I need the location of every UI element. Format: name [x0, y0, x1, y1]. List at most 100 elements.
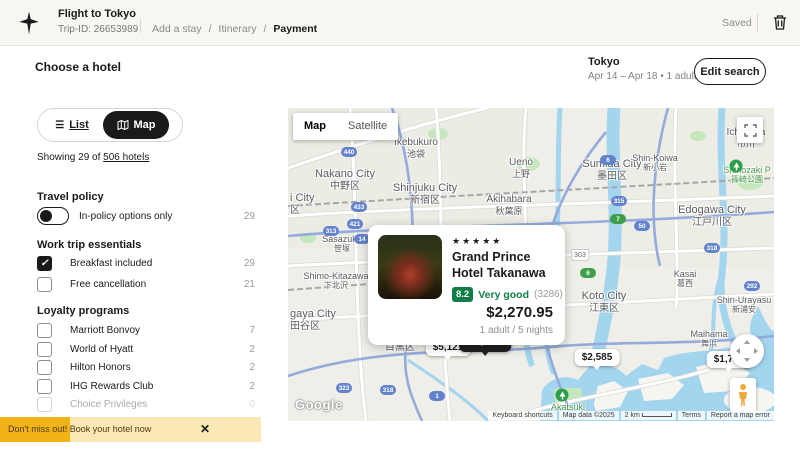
hotel-card[interactable]: ★★★★★ Grand Prince Hotel Takanawa 8.2 Ve…	[368, 225, 565, 345]
search-destination: Tokyo	[588, 56, 620, 68]
road-shield: 323	[336, 383, 352, 393]
hotel-rating: 8.2 Very good (3286)	[452, 287, 563, 302]
terms-link[interactable]: Terms	[678, 411, 705, 420]
filter-ihg-rewards-club[interactable]: IHG Rewards Club 2	[37, 379, 255, 394]
section-work-trip: Work trip essentials	[37, 239, 141, 251]
hotel-photo	[378, 235, 442, 299]
rating-score-badge: 8.2	[452, 287, 473, 302]
fullscreen-button[interactable]	[737, 117, 763, 143]
map-label-shimokitazawa: Shimo-Kitazawa下北沢	[303, 271, 368, 291]
checkbox[interactable]	[37, 342, 52, 357]
map-scale: 2 km	[621, 411, 676, 420]
view-toggle: ☰ List Map	[37, 108, 183, 142]
map-label-ueno: Ueno上野	[509, 157, 533, 179]
park-tree-icon	[556, 389, 569, 402]
breadcrumb-separator: /	[209, 23, 212, 35]
map-pan-control[interactable]	[730, 334, 764, 368]
hotel-stars: ★★★★★	[452, 236, 502, 247]
hotel-price-caption: 1 adult / 5 nights	[480, 325, 553, 336]
breadcrumb-itinerary[interactable]: Itinerary	[219, 23, 257, 35]
park-tree-icon	[730, 160, 743, 173]
checkbox[interactable]	[37, 360, 52, 375]
section-travel-policy: Travel policy	[37, 191, 104, 203]
road-shield: 50	[634, 221, 650, 231]
checkbox-disabled	[37, 397, 52, 412]
checkbox[interactable]	[37, 277, 52, 292]
section-loyalty: Loyalty programs	[37, 305, 129, 317]
road-shield: 315	[611, 196, 627, 206]
map-type-control: Map Satellite	[293, 113, 398, 140]
road-shield: 318	[380, 385, 396, 395]
checkbox[interactable]	[37, 379, 52, 394]
banner-text: Don't miss out! Book your hotel now	[8, 424, 151, 434]
road-shield: 313	[323, 226, 339, 236]
breadcrumb-add-a-stay[interactable]: Add a stay	[152, 23, 202, 35]
list-icon: ☰	[55, 120, 64, 131]
airplane-icon	[16, 10, 42, 36]
checkbox-checked[interactable]: ✓	[37, 256, 52, 271]
road-shield: 292	[744, 281, 760, 291]
trip-title: Flight to Tokyo	[58, 8, 136, 20]
map-label-suginami-cut: i City区	[290, 192, 314, 216]
street-view-pegman[interactable]	[730, 378, 756, 412]
map-label-edogawa: Edogawa City江戸川区	[678, 204, 746, 228]
header-divider	[140, 19, 141, 33]
filter-world-of-hyatt[interactable]: World of Hyatt 2	[37, 342, 255, 357]
map-label-shinurayasu: Shin-Urayasu新浦安	[717, 295, 772, 315]
results-count-link[interactable]: 506 hotels	[103, 152, 149, 163]
road-shield: 433	[351, 202, 367, 212]
promo-banner: Don't miss out! Book your hotel now ✕	[0, 417, 261, 442]
filter-choice-privileges: Choice Privileges 0	[37, 397, 255, 412]
road-shield: 1	[429, 391, 445, 401]
toggle-knob	[40, 210, 52, 222]
checkbox[interactable]	[37, 323, 52, 338]
pan-arrows-icon	[730, 334, 764, 368]
map-label-shinkoiwa: Shin-Koiwa新小岩	[632, 153, 678, 173]
map-view-button[interactable]: Map	[103, 111, 169, 139]
road-shield: 421	[347, 219, 363, 229]
filter-free-cancellation[interactable]: Free cancellation 21	[37, 277, 255, 292]
edit-search-button[interactable]: Edit search	[694, 58, 766, 85]
trip-id: Trip-ID: 26653989	[58, 24, 138, 35]
delete-trip-button[interactable]	[772, 13, 788, 31]
pegman-icon	[736, 383, 750, 407]
filter-marriott-bonvoy[interactable]: Marriott Bonvoy 7	[37, 323, 255, 338]
road-exit-label: 303	[571, 249, 589, 261]
price-marker[interactable]: $2,585	[575, 349, 620, 366]
map-type-satellite-button[interactable]: Satellite	[337, 113, 398, 140]
map-icon	[117, 119, 129, 131]
hotel-price: $2,270.95	[486, 304, 553, 321]
filter-breakfast-included[interactable]: ✓ Breakfast included 29	[37, 256, 255, 271]
search-date-summary: Apr 14 – Apr 18 • 1 adult	[588, 71, 697, 82]
map-label-setagaya-cut: gaya City田谷区	[290, 308, 336, 332]
report-map-error-link[interactable]: Report a map error	[707, 411, 774, 420]
map-type-map-button[interactable]: Map	[293, 113, 337, 140]
in-policy-toggle[interactable]	[37, 207, 69, 225]
map-label-nakano: Nakano City中野区	[315, 168, 375, 192]
road-shield: 6	[580, 268, 596, 278]
page-title: Choose a hotel	[35, 60, 121, 74]
map-panel: Map Satellite Ikebukuro池袋 Nakano City中野区…	[288, 108, 774, 421]
road-shield: 440	[341, 147, 357, 157]
rating-text: Very good	[478, 289, 529, 301]
list-view-button[interactable]: ☰ List	[41, 119, 103, 131]
map-label-maihama: Maihama舞浜	[690, 329, 727, 349]
map-label-shinjuku: Shinjuku City新宿区	[393, 182, 457, 206]
banner-close-button[interactable]: ✕	[200, 422, 210, 436]
map-label-kasai: Kasai葛西	[674, 269, 697, 289]
review-count: (3286)	[534, 289, 563, 300]
breadcrumb-payment[interactable]: Payment	[273, 23, 317, 35]
road-shield: 7	[610, 214, 626, 224]
map-label-koto: Koto City江東区	[582, 290, 627, 314]
fullscreen-icon	[744, 124, 757, 137]
header-divider	[757, 14, 758, 32]
filter-hilton-honors[interactable]: Hilton Honors 2	[37, 360, 255, 375]
keyboard-shortcuts-link[interactable]: Keyboard shortcuts	[488, 411, 556, 420]
road-shield: 6	[600, 155, 616, 165]
breadcrumb-separator: /	[263, 23, 266, 35]
map-attribution: Keyboard shortcuts Map data ©2025 2 km T…	[288, 410, 774, 421]
breadcrumb: Add a stay / Itinerary / Payment	[152, 23, 317, 35]
hotel-search-page: Flight to Tokyo Trip-ID: 26653989 Add a …	[0, 0, 800, 449]
in-policy-toggle-row[interactable]: In-policy options only 29	[37, 207, 255, 225]
saved-status: Saved	[722, 17, 752, 29]
